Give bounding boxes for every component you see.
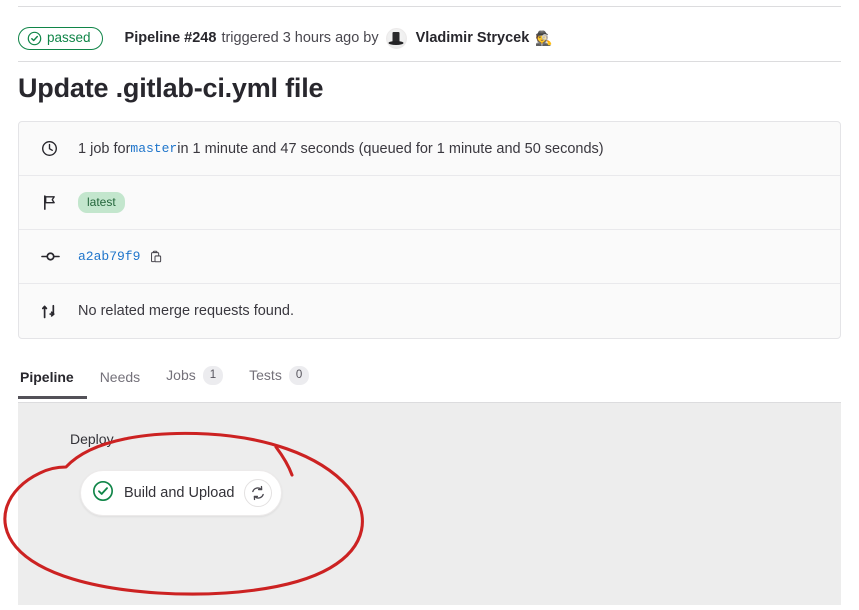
tab-tests-badge: 0	[288, 366, 310, 385]
job-count-prefix: 1 job for	[78, 140, 131, 157]
user-name-link[interactable]: Vladimir Strycek	[416, 30, 530, 46]
tab-jobs-label: Jobs	[166, 367, 196, 384]
job-card-build-and-upload[interactable]: Build and Upload	[80, 470, 283, 516]
latest-badge: latest	[78, 192, 125, 213]
duration-text: in 1 minute and 47 seconds (queued for 1…	[177, 140, 604, 157]
pipeline-info-card: 1 job for master in 1 minute and 47 seco…	[18, 121, 841, 339]
job-name: Build and Upload	[124, 485, 235, 501]
tab-jobs-badge: 1	[202, 366, 224, 385]
commit-sha-link[interactable]: a2ab79f9	[78, 249, 140, 264]
tab-jobs[interactable]: Jobs 1	[153, 366, 236, 399]
pipeline-graph: Deploy Build and Upload	[18, 403, 841, 605]
branch-link[interactable]: master	[130, 141, 177, 156]
page-title: Update .gitlab-ci.yml file	[18, 73, 324, 103]
flag-icon	[41, 194, 67, 211]
tab-tests[interactable]: Tests 0	[236, 366, 322, 399]
tab-pipeline[interactable]: Pipeline	[18, 369, 87, 399]
avatar[interactable]	[385, 27, 407, 49]
info-row-merge-requests: No related merge requests found.	[19, 284, 840, 338]
status-success-icon	[92, 480, 114, 507]
info-row-duration: 1 job for master in 1 minute and 47 seco…	[19, 122, 840, 176]
status-badge-label: passed	[47, 30, 91, 46]
tab-pipeline-label: Pipeline	[20, 368, 74, 385]
status-success-icon	[27, 31, 42, 46]
tab-needs[interactable]: Needs	[87, 369, 153, 399]
clock-icon	[41, 140, 67, 157]
retry-icon[interactable]	[244, 479, 273, 507]
status-badge[interactable]: passed	[18, 26, 103, 50]
tab-tests-label: Tests	[249, 367, 282, 384]
info-row-commit: a2ab79f9	[19, 230, 840, 284]
tab-needs-label: Needs	[99, 368, 141, 385]
info-row-latest: latest	[19, 176, 840, 230]
merge-request-icon	[41, 303, 67, 320]
stage-name-deploy: Deploy	[70, 431, 114, 447]
top-divider	[18, 6, 841, 7]
copy-to-clipboard-icon[interactable]	[149, 249, 164, 264]
commit-icon	[41, 248, 67, 265]
user-emoji: 🕵️	[535, 30, 553, 46]
triggered-text: triggered 3 hours ago by	[221, 30, 379, 46]
pipeline-header: passed Pipeline #248 triggered 3 hours a…	[18, 16, 841, 60]
pipeline-tabs: Pipeline Needs Jobs 1 Tests 0	[18, 366, 322, 399]
pipeline-number[interactable]: Pipeline #248	[125, 30, 217, 46]
pipeline-meta: Pipeline #248 triggered 3 hours ago by V…	[125, 27, 553, 49]
merge-request-text: No related merge requests found.	[78, 303, 295, 319]
header-divider	[18, 61, 841, 62]
